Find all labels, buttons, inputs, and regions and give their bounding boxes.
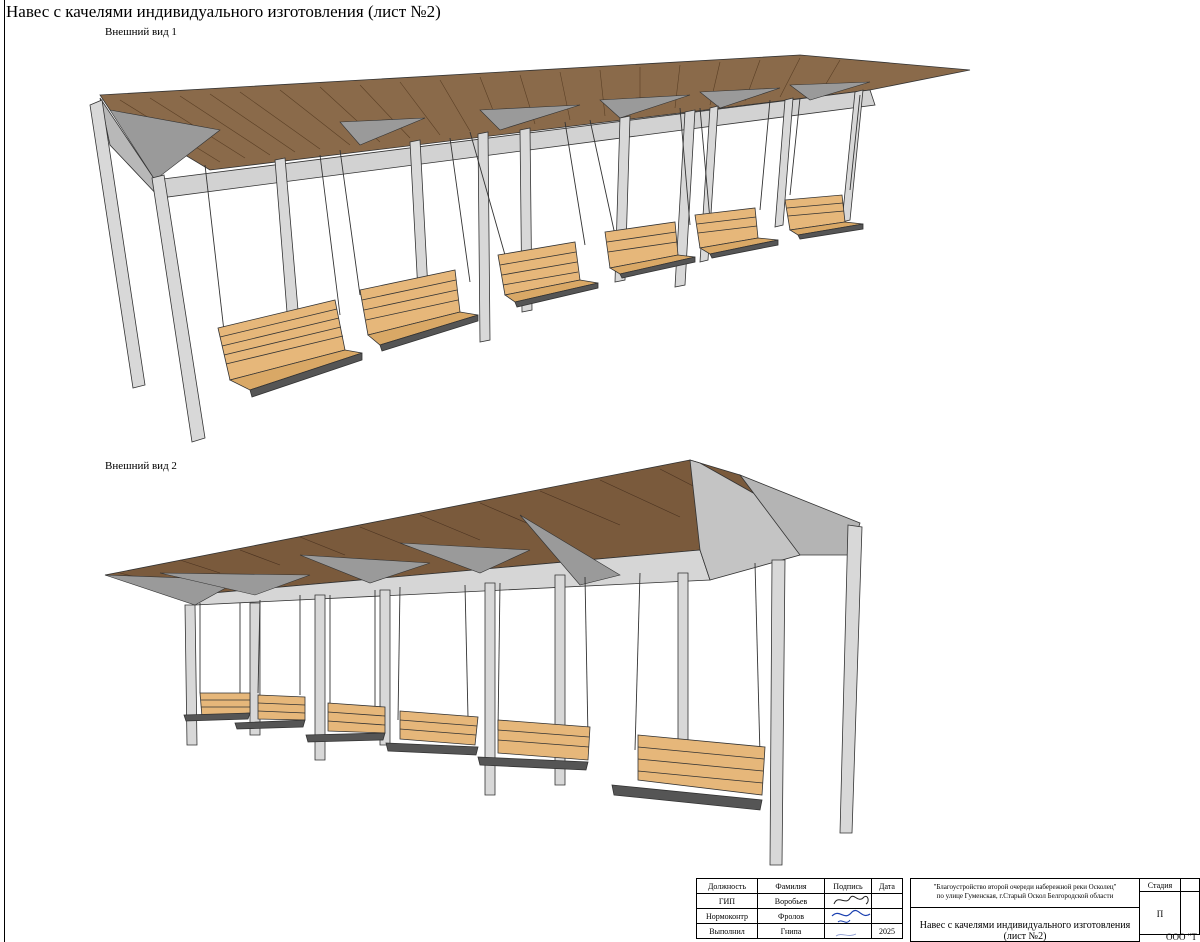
header-date: Дата [871, 878, 903, 894]
sheet-name-line-1: Навес с качелями индивидуального изготов… [919, 920, 1131, 931]
project-name-cell: "Благоустройство второй очереди набережн… [910, 878, 1140, 908]
swing-seat [359, 269, 479, 352]
row-date [871, 908, 903, 924]
header-position: Должность [696, 878, 758, 894]
sheet-name-line-2: (лист №2) [1003, 931, 1047, 942]
project-line-1: "Благоустройство второй очереди набережн… [933, 883, 1117, 891]
sheets-cell [1180, 891, 1200, 935]
view-1-drawing [89, 54, 971, 443]
row-surname: Гнипа [757, 923, 825, 939]
handwritten-signatures [831, 895, 871, 937]
row-surname: Фролов [757, 908, 825, 924]
swing-seat [217, 299, 363, 398]
title-block: Должность Фамилия Подпись Дата ГИП Вороб… [696, 878, 1200, 942]
row-position: ГИП [696, 893, 758, 909]
swing-seats [217, 194, 864, 398]
organization-name: ООО "Т [1166, 932, 1197, 942]
stage-value-cell: П [1139, 891, 1181, 935]
swing-seat [497, 241, 599, 308]
stage-label-cell: Стадия [1139, 878, 1181, 892]
swing-seat [385, 710, 479, 756]
project-line-2: по улице Гуменская, г.Старый Оскол Белго… [936, 892, 1114, 900]
row-date [871, 893, 903, 909]
row-position: Нормоконтр [696, 908, 758, 924]
sheet-title: Навес с качелями индивидуального изготов… [6, 2, 441, 21]
swing-seat [694, 207, 779, 259]
row-surname: Воробьев [757, 893, 825, 909]
row-position: Выполнил [696, 923, 758, 939]
header-surname: Фамилия [757, 878, 825, 894]
row-date: 2025 [871, 923, 903, 939]
view-1-label: Внешний вид 1 [105, 26, 177, 38]
sheet-name-cell: Навес с качелями индивидуального изготов… [910, 907, 1140, 942]
sheet-cell [1180, 878, 1200, 892]
view-2-drawing [104, 459, 863, 866]
